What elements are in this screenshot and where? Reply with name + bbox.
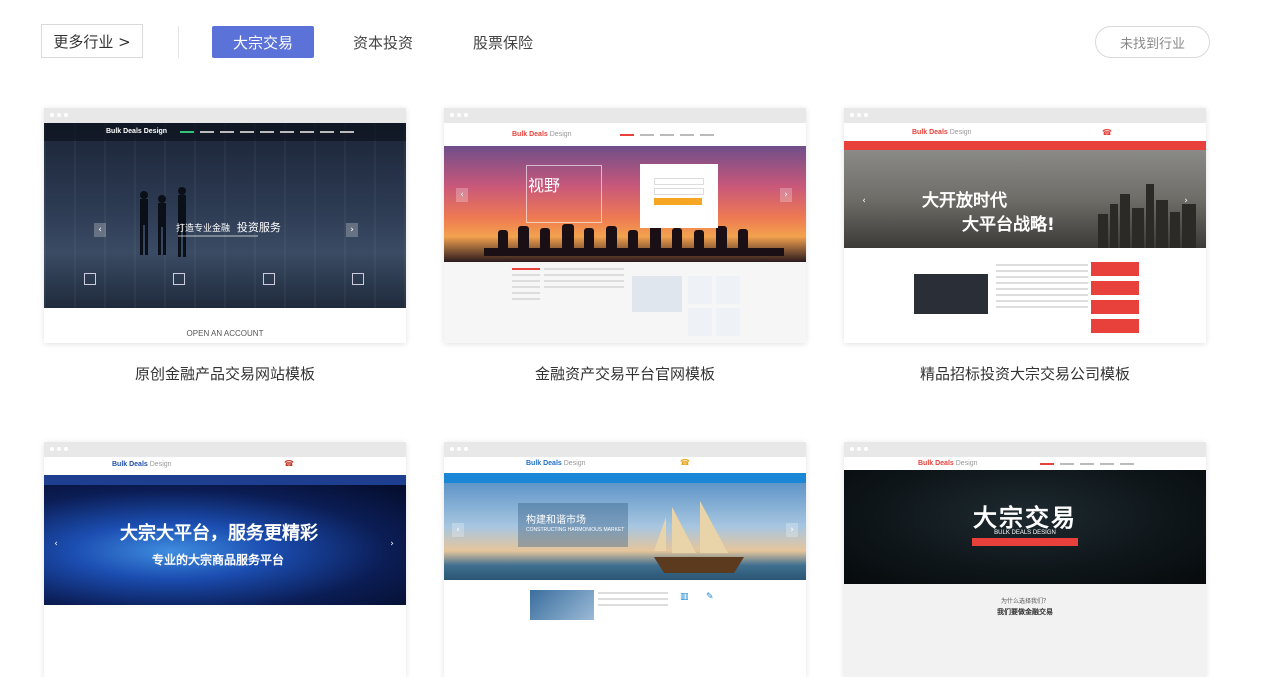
content-area [844,248,1206,343]
chart-icon: ▥ [680,592,689,602]
template-card: Bulk Deals Design 大宗交易 BULK DEALS DESIGN… [844,442,1206,677]
next-arrow-icon: › [1184,196,1188,206]
sailing-ship-image [654,501,744,573]
hero-banner: 视野 ‹ › [444,146,806,262]
hero-heading-line2: CONSTRUCTING HARMONIOUS MARKET [526,527,625,533]
template-title[interactable]: 精品招标投资大宗交易公司模板 [844,363,1206,384]
section-subtitle: 为什么选择我们？ [1000,598,1049,605]
next-arrow-icon: › [390,539,394,549]
browser-bar [444,108,806,123]
prev-arrow-icon: ‹ [94,223,106,237]
nav-bar [844,141,1206,150]
divider [178,26,179,58]
content-area [444,262,806,343]
template-thumbnail[interactable]: Bulk Deals Design 打造专业金融 投资服务 ‹ › OPEN A… [44,108,406,343]
browser-bar [44,108,406,123]
hero-heading: 大宗交易 [973,504,1077,532]
browser-bar [444,442,806,457]
prev-arrow-icon: ‹ [456,188,468,202]
hero-banner: 构建和谐市场 CONSTRUCTING HARMONIOUS MARKET ‹ … [444,483,806,580]
next-arrow-icon: › [780,188,792,202]
template-thumbnail[interactable]: Bulk Deals Design ☎ 大开放时代 大平台战略! ‹ › [844,108,1206,343]
template-thumbnail[interactable]: Bulk Deals Design 大宗交易 BULK DEALS DESIGN… [844,442,1206,677]
site-logo: Bulk Deals Design [918,460,978,467]
browser-bar [44,442,406,457]
section-title: 我们要做金融交易 [997,608,1053,616]
phone-icon: ☎ [1102,128,1112,137]
industry-not-found-button[interactable]: 未找到行业 [1095,26,1210,58]
template-thumbnail[interactable]: Bulk Deals Design ☎ 大宗大平台，服务更精彩 专业的大宗商品服… [44,442,406,677]
industry-filter-bar: 更多行业 > 大宗交易 资本投资 股票保险 未找到行业 [0,0,1267,84]
template-card: Bulk Deals Design ☎ 大宗大平台，服务更精彩 专业的大宗商品服… [44,442,406,677]
hero-banner: 大宗大平台，服务更精彩 专业的大宗商品服务平台 ‹ › [44,485,406,605]
browser-bar [844,108,1206,123]
hero-heading: 打造专业金融 投资服务 [176,221,281,234]
site-logo: Bulk Deals Design [526,460,586,467]
tab-stock-insurance[interactable]: 股票保险 [460,26,546,58]
template-thumbnail[interactable]: Bulk Deals Design ☎ 构建和谐市场 CONSTRUCTING … [444,442,806,677]
hero-banner: 大开放时代 大平台战略! ‹ › [844,150,1206,248]
hero-heading-line2: 专业的大宗商品服务平台 [152,553,285,567]
site-logo: Bulk Deals Design [512,131,572,138]
open-account-text: OPEN AN ACCOUNT [44,308,406,343]
template-card: Bulk Deals Design ☎ 构建和谐市场 CONSTRUCTING … [444,442,806,677]
site-logo: Bulk Deals Design [106,128,168,135]
template-card: Bulk Deals Design ☎ 大开放时代 大平台战略! ‹ › 精品招… [844,108,1206,383]
next-arrow-icon: › [786,523,798,537]
prev-arrow-icon: ‹ [54,539,58,549]
hero-heading: 视野 [528,176,561,195]
nav-bar [444,473,806,483]
tab-bulk-trading[interactable]: 大宗交易 [212,26,314,58]
hero-heading-line1: 大开放时代 [922,191,1007,211]
site-logo: Bulk Deals Design [912,129,972,136]
browser-bar [844,442,1206,457]
hero-banner: 大宗交易 BULK DEALS DESIGN [844,470,1206,584]
city-skyline-image [1098,184,1196,248]
nav-bar [44,475,406,485]
template-thumbnail[interactable]: Bulk Deals Design 视野 ‹ › [444,108,806,343]
hero-heading-line1: 构建和谐市场 [526,515,586,526]
next-arrow-icon: › [346,223,358,237]
login-panel [640,164,718,228]
phone-icon: ☎ [680,458,690,467]
hero-heading-line2: 大平台战略! [962,215,1055,235]
phone-icon: ☎ [284,459,294,468]
template-card: Bulk Deals Design 视野 ‹ › 金融资产交易平台官网模板 [444,108,806,383]
more-industries-button[interactable]: 更多行业 > [41,24,143,58]
prev-arrow-icon: ‹ [862,196,866,206]
content-area: ▥ ✎ [444,580,806,677]
template-title[interactable]: 金融资产交易平台官网模板 [444,363,806,384]
template-title[interactable]: 原创金融产品交易网站模板 [44,363,406,384]
site-logo: Bulk Deals Design [112,461,172,468]
hero-heading-line1: 大宗大平台，服务更精彩 [120,523,318,544]
hero-subheading: BULK DEALS DESIGN [994,530,1056,536]
content-area: 为什么选择我们？ 我们要做金融交易 [844,584,1206,677]
prev-arrow-icon: ‹ [452,523,464,537]
hero-banner: Bulk Deals Design 打造专业金融 投资服务 ‹ › [44,123,406,308]
template-card: Bulk Deals Design 打造专业金融 投资服务 ‹ › OPEN A… [44,108,406,383]
tab-capital-investment[interactable]: 资本投资 [340,26,426,58]
edit-icon: ✎ [706,592,714,602]
